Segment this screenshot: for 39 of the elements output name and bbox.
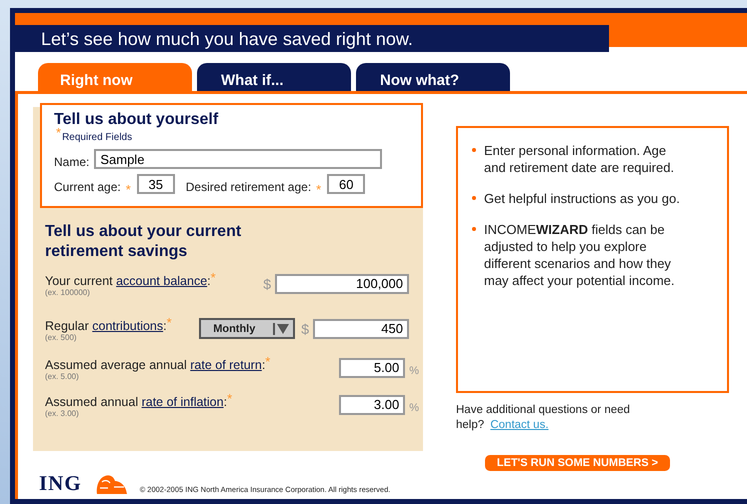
help-link[interactable]: rate of return bbox=[190, 358, 262, 372]
bullet-icon bbox=[472, 148, 476, 152]
percent-field[interactable]: 3.00 bbox=[339, 394, 406, 414]
dollar-sign: $ bbox=[301, 320, 309, 336]
tip-text: Get helpful instructions as you go. bbox=[484, 190, 680, 207]
example-hint: (ex. 3.00) bbox=[45, 408, 80, 420]
tip-text: INCOMEWIZARD fields can be adjusted to help you explore different scenarios and how they may affect your potential income. bbox=[484, 221, 676, 289]
section-title: Tell us about your current retirement savings bbox=[45, 222, 242, 262]
field-label: Current age: bbox=[54, 180, 121, 194]
caret-icon bbox=[273, 322, 290, 334]
age-field[interactable]: 60 bbox=[327, 174, 366, 194]
name-field[interactable]: Sample bbox=[94, 149, 382, 169]
logo: ING bbox=[39, 471, 82, 496]
percent-field[interactable]: 5.00 bbox=[339, 358, 406, 378]
example-hint: (ex. 5.00) bbox=[45, 371, 80, 383]
field-label: Desired retirement age: bbox=[186, 180, 312, 194]
amount-field[interactable]: 450 bbox=[313, 318, 409, 338]
age-field[interactable]: 35 bbox=[136, 174, 175, 194]
section-title: Tell us about yourself bbox=[54, 111, 220, 128]
page-title: Let’s see how much you have saved right now. bbox=[15, 25, 609, 52]
help-text: Have additional questions or need help? Contact us. bbox=[456, 403, 631, 433]
example-hint: (ex. 500) bbox=[45, 333, 78, 344]
tab[interactable]: What if... bbox=[197, 63, 351, 91]
tab[interactable]: Now what? bbox=[356, 63, 510, 91]
field-label: Name: bbox=[54, 155, 90, 169]
period-dropdown[interactable]: Monthly bbox=[199, 318, 296, 339]
example-hint: (ex. 100000) bbox=[45, 287, 91, 299]
help-link[interactable]: contributions bbox=[92, 319, 164, 333]
help-link[interactable]: account balance bbox=[116, 274, 208, 288]
dollar-sign: $ bbox=[263, 276, 271, 292]
percent-sign: % bbox=[409, 364, 419, 376]
help-link[interactable]: rate of inflation bbox=[142, 395, 224, 409]
required-asterisk: * bbox=[316, 186, 322, 194]
required-asterisk: * bbox=[126, 186, 131, 194]
bullet-icon bbox=[472, 196, 476, 200]
tip-text: Enter personal information. Age and retirement date are required. bbox=[484, 142, 676, 176]
bullet-icon bbox=[472, 227, 476, 231]
percent-sign: % bbox=[409, 402, 419, 414]
amount-field[interactable]: 100,000 bbox=[275, 274, 409, 294]
